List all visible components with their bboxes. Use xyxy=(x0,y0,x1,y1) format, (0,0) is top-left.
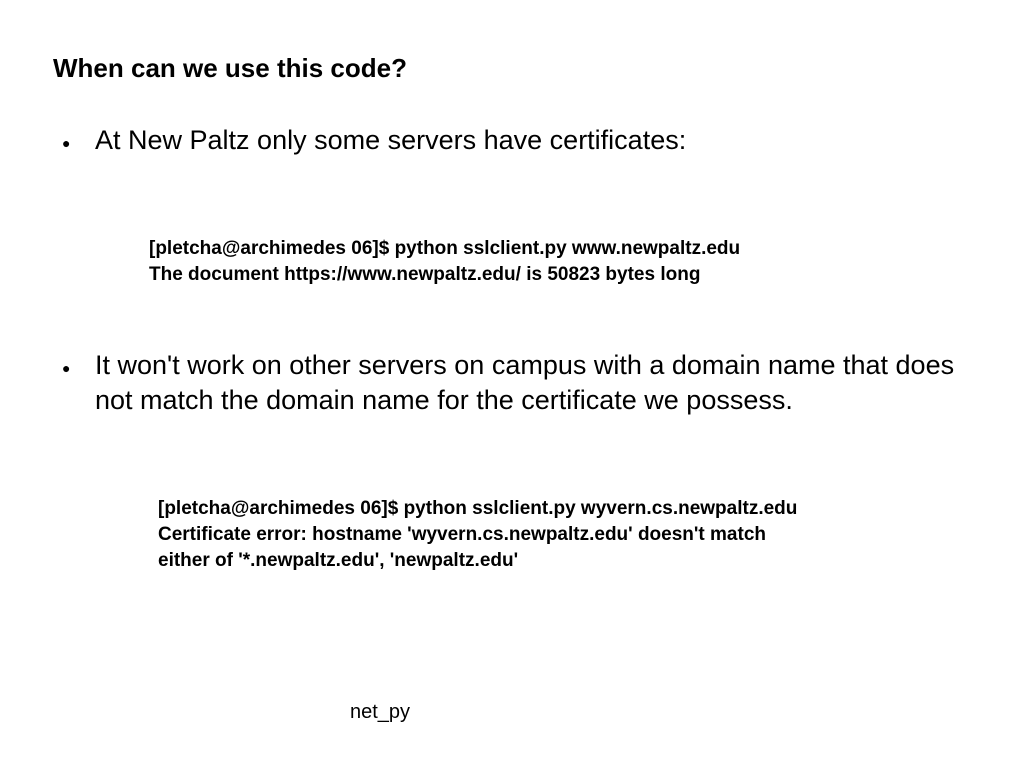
slide-title: When can we use this code? xyxy=(53,53,407,83)
code-line: Certificate error: hostname 'wyvern.cs.n… xyxy=(158,524,766,545)
bullet-marker: ● xyxy=(62,360,71,376)
bullet-text-certificates: At New Paltz only some servers have cert… xyxy=(95,125,687,155)
bullet-marker: ● xyxy=(62,135,71,151)
code-line: either of '*.newpaltz.edu', 'newpaltz.ed… xyxy=(158,550,519,571)
code-line: [pletcha@archimedes 06]$ python sslclien… xyxy=(158,498,798,519)
code-line: [pletcha@archimedes 06]$ python sslclien… xyxy=(149,238,741,259)
bullet-text-domain-mismatch: It won't work on other servers on campus… xyxy=(95,350,955,415)
code-block-error: [pletcha@archimedes 06]$ python sslclien… xyxy=(158,496,797,574)
code-line: The document https://www.newpaltz.edu/ i… xyxy=(149,264,701,285)
code-block-success: [pletcha@archimedes 06]$ python sslclien… xyxy=(149,236,740,288)
footer-label: net_py xyxy=(350,701,411,723)
